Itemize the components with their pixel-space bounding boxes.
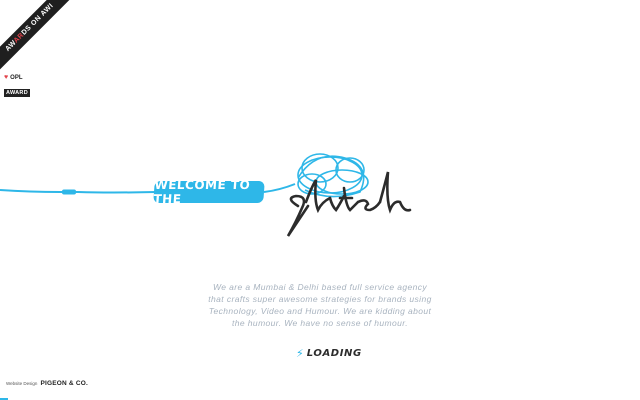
scribble-cloud [297, 153, 369, 198]
ribbon-tail: AWI [39, 2, 55, 18]
lightning-icon: ⚡ [296, 347, 304, 360]
wire-line [0, 189, 157, 194]
opl-award-badge[interactable]: ♥ OPL AWARD [4, 74, 34, 99]
ribbon-by: ON [29, 14, 44, 28]
welcome-badge: WELCOME TO THE [153, 178, 265, 206]
heart-icon: ♥ [4, 74, 9, 81]
loading-indicator: ⚡ LOADING [296, 347, 362, 360]
description-line: We are a Mumbai & Delhi based full servi… [212, 282, 428, 292]
agency-description: We are a Mumbai & Delhi based full servi… [200, 281, 440, 329]
hero-graphic [0, 153, 412, 237]
credit-brand: PIGEON & CO. [40, 380, 88, 387]
description-line: the humour. We have no sense of humour. [232, 318, 408, 328]
awards-ribbon[interactable]: AWARDS ON AWI [0, 0, 79, 77]
footer-credit[interactable]: Website Design PIGEON & CO. [6, 380, 88, 387]
description-line: that crafts super awesome strategies for… [208, 294, 432, 304]
wire-plug [62, 189, 76, 195]
award-label: AWARD [4, 89, 30, 97]
credit-prefix: Website Design [6, 381, 38, 386]
loading-label: LOADING [306, 348, 362, 359]
opl-label: OPL [10, 74, 23, 81]
description-line: Technology, Video and Humour. We are kid… [208, 306, 432, 316]
wire-connector [263, 183, 296, 193]
